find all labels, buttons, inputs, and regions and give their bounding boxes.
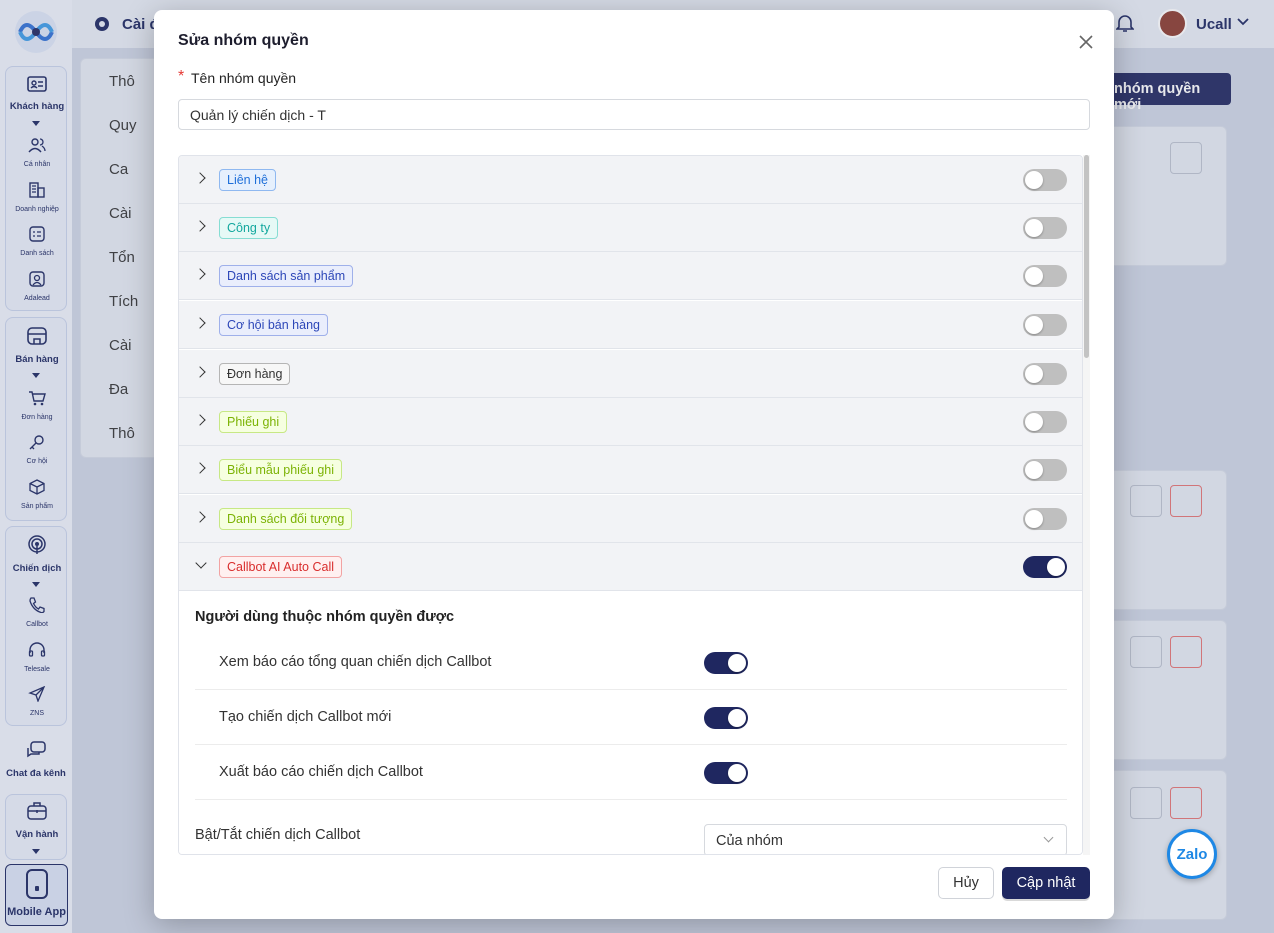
toggle-knob (1025, 461, 1043, 479)
chevron-right-icon[interactable] (194, 414, 206, 426)
chevron-right-icon[interactable] (194, 220, 206, 232)
module-tag: Liên hệ (219, 169, 277, 191)
module-toggle[interactable] (1023, 314, 1067, 336)
chevron-right-icon[interactable] (194, 366, 206, 378)
toggle-knob (1025, 219, 1043, 237)
toggle-knob (1025, 171, 1043, 189)
permission-toggle[interactable] (704, 652, 748, 674)
toggle-campaign-label: Bật/Tắt chiến dịch Callbot (195, 827, 361, 843)
module-row[interactable]: Phiếu ghi (179, 398, 1082, 446)
zalo-chat-button[interactable]: Zalo (1167, 829, 1217, 879)
module-tag: Danh sách đối tượng (219, 508, 353, 530)
module-tag: Cơ hội bán hàng (219, 314, 328, 336)
toggle-knob (1025, 267, 1043, 285)
permission-label: Xem báo cáo tổng quan chiến dịch Callbot (219, 654, 492, 670)
permissions-heading: Người dùng thuộc nhóm quyền được (195, 609, 455, 625)
module-row[interactable]: Biểu mẫu phiếu ghi (179, 446, 1082, 494)
module-row[interactable]: Callbot AI Auto Call (179, 543, 1082, 591)
module-tag: Callbot AI Auto Call (219, 556, 343, 578)
permission-row: Tạo chiến dịch Callbot mới (195, 690, 1067, 745)
module-tag: Phiếu ghi (219, 411, 288, 433)
permission-module-list: Liên hệ Công ty Danh sách sản phẩm Cơ hội b… (178, 155, 1083, 855)
module-tag: Biểu mẫu phiếu ghi (219, 459, 343, 481)
module-row[interactable]: Cơ hội bán hàng (179, 301, 1082, 349)
permission-row: Xuất báo cáo chiến dịch Callbot (195, 745, 1067, 800)
module-toggle[interactable] (1023, 508, 1067, 530)
toggle-campaign-select[interactable]: Của nhóm (704, 824, 1067, 854)
modal-title: Sửa nhóm quyền (178, 32, 309, 49)
chevron-right-icon[interactable] (194, 172, 206, 184)
group-name-label: Tên nhóm quyền (191, 70, 297, 86)
toggle-knob (1025, 316, 1043, 334)
callbot-permissions-panel: Người dùng thuộc nhóm quyền được Xem báo… (179, 591, 1082, 854)
module-row[interactable]: Liên hệ (179, 156, 1082, 204)
permission-toggle[interactable] (704, 707, 748, 729)
toggle-knob (1047, 558, 1065, 576)
edit-permission-group-modal: Sửa nhóm quyền * Tên nhóm quyền Liên hệ C… (154, 10, 1114, 919)
module-toggle[interactable] (1023, 217, 1067, 239)
module-tag: Đơn hàng (219, 363, 291, 385)
scrollbar-thumb[interactable] (1084, 155, 1089, 358)
chevron-right-icon[interactable] (194, 462, 206, 474)
scrollbar[interactable] (1083, 155, 1090, 855)
module-tag: Danh sách sản phẩm (219, 265, 354, 287)
module-toggle[interactable] (1023, 459, 1067, 481)
module-toggle[interactable] (1023, 556, 1067, 578)
module-row[interactable]: Đơn hàng (179, 350, 1082, 398)
toggle-knob (1025, 510, 1043, 528)
module-toggle[interactable] (1023, 363, 1067, 385)
module-row[interactable]: Danh sách đối tượng (179, 495, 1082, 543)
toggle-knob (1025, 365, 1043, 383)
module-row[interactable]: Công ty (179, 204, 1082, 252)
chevron-right-icon[interactable] (194, 317, 206, 329)
module-toggle[interactable] (1023, 169, 1067, 191)
module-toggle[interactable] (1023, 411, 1067, 433)
zalo-label: Zalo (1176, 846, 1208, 863)
required-asterisk: * (178, 68, 185, 85)
close-icon[interactable] (1072, 28, 1100, 56)
permission-label: Xuất báo cáo chiến dịch Callbot (219, 764, 423, 780)
module-toggle[interactable] (1023, 265, 1067, 287)
module-tag: Công ty (219, 217, 279, 239)
module-row[interactable]: Danh sách sản phẩm (179, 252, 1082, 300)
permission-row: Xem báo cáo tổng quan chiến dịch Callbot (195, 635, 1067, 690)
chevron-down-icon (1043, 832, 1054, 843)
chevron-down-icon[interactable] (195, 557, 207, 569)
update-button[interactable]: Cập nhật (1002, 867, 1090, 899)
permission-label: Tạo chiến dịch Callbot mới (219, 709, 392, 725)
permission-toggle[interactable] (704, 762, 748, 784)
chevron-right-icon[interactable] (194, 511, 206, 523)
select-value: Của nhóm (716, 833, 783, 849)
cancel-button[interactable]: Hủy (938, 867, 994, 899)
chevron-right-icon[interactable] (194, 268, 206, 280)
toggle-knob (1025, 413, 1043, 431)
group-name-input[interactable] (178, 99, 1090, 130)
